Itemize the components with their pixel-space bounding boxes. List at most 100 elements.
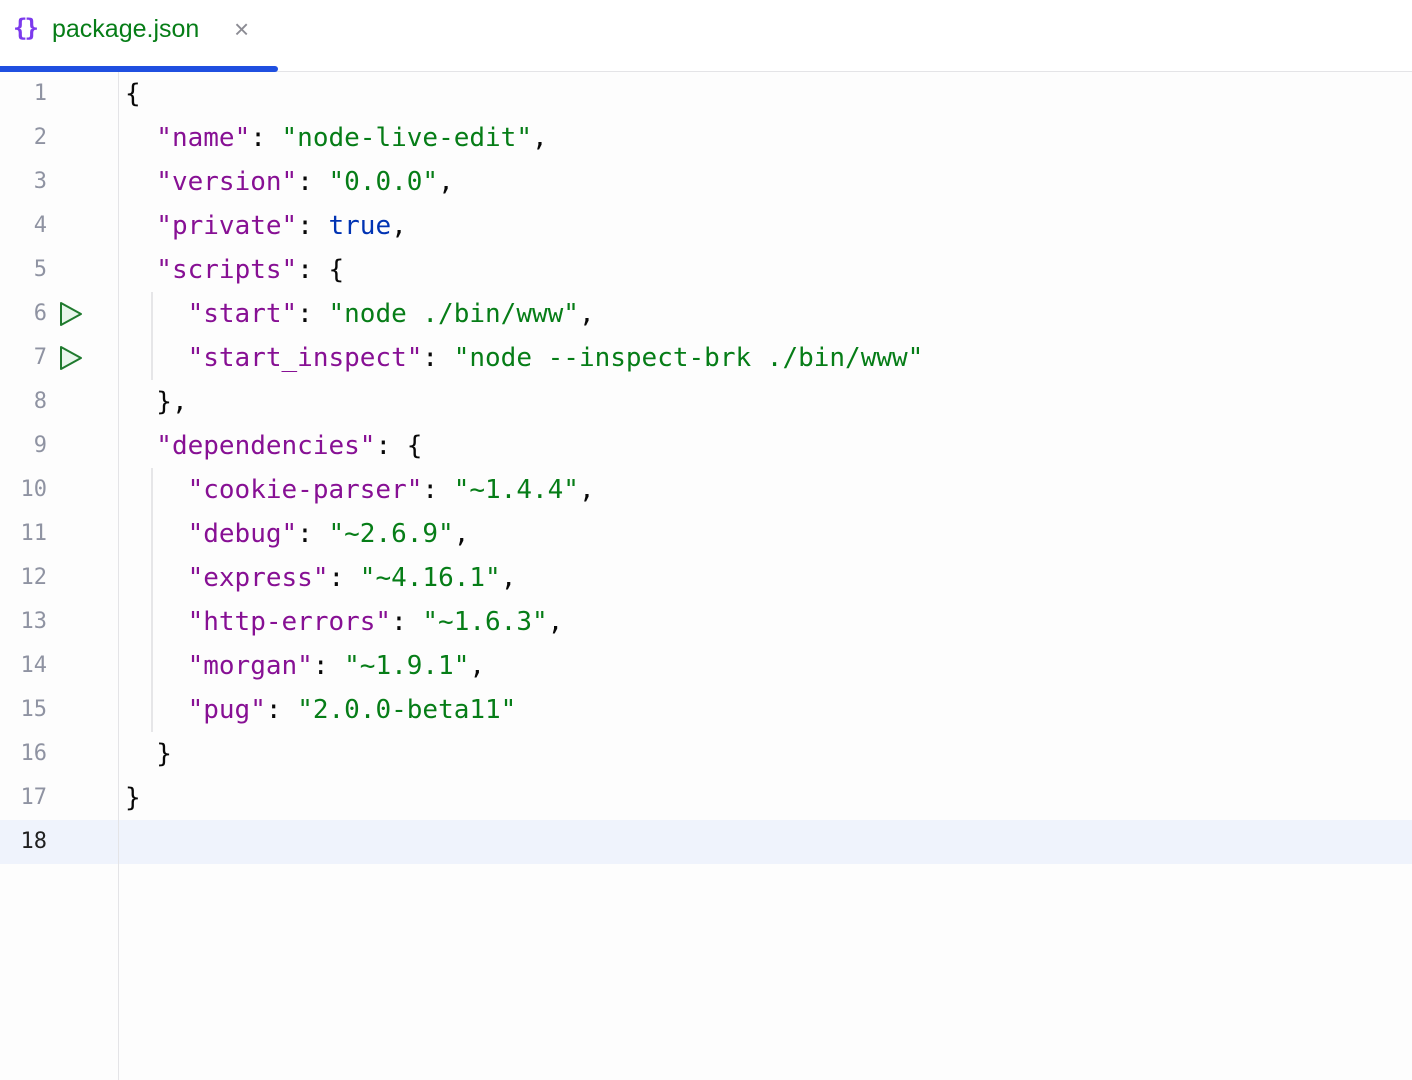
json-punctuation: : {: [297, 255, 345, 285]
code-text: "private": true,: [156, 204, 406, 248]
json-punctuation: :: [391, 607, 423, 637]
json-punctuation: },: [156, 387, 188, 417]
code-line: "private": true,: [119, 204, 1412, 248]
indent-guide: [151, 292, 153, 380]
code-text: {: [125, 72, 141, 116]
line-number: 9: [33, 433, 47, 458]
code-text: },: [156, 380, 187, 424]
code-text: }: [125, 776, 141, 820]
code-line: "start": "node ./bin/www",: [119, 292, 1412, 336]
code-line: "morgan": "~1.9.1",: [119, 644, 1412, 688]
json-string: "node --inspect-brk ./bin/www": [453, 343, 924, 373]
json-key: "private": [156, 211, 298, 241]
json-key: "start": [187, 299, 298, 329]
code-text: "scripts": {: [156, 248, 344, 292]
json-punctuation: :: [265, 695, 298, 725]
json-key: "start_inspect": [187, 343, 423, 373]
json-punctuation: : {: [375, 431, 423, 461]
json-string: "node ./bin/www": [328, 299, 579, 329]
line-number: 16: [20, 741, 48, 766]
close-icon[interactable]: ×: [234, 14, 249, 45]
json-punctuation: ,: [578, 475, 595, 505]
json-punctuation: ,: [500, 563, 517, 593]
code-line: [119, 820, 1412, 864]
json-string: "~2.6.9": [328, 519, 454, 549]
json-punctuation: }: [156, 739, 172, 769]
code-text: "name": "node-live-edit",: [156, 116, 547, 160]
line-number: 8: [33, 389, 47, 414]
json-punctuation: :: [297, 167, 329, 197]
json-key: "version": [156, 167, 298, 197]
code-line: "start_inspect": "node --inspect-brk ./b…: [119, 336, 1412, 380]
code-line: "version": "0.0.0",: [119, 160, 1412, 204]
line-number: 18: [20, 829, 48, 854]
tab-label: package.json: [52, 15, 200, 43]
json-punctuation: :: [422, 475, 454, 505]
line-number: 4: [33, 213, 47, 238]
line-number: 10: [20, 477, 48, 502]
line-number: 5: [33, 257, 47, 282]
line-number: 12: [20, 565, 48, 590]
line-number: 14: [20, 653, 48, 678]
json-key: "dependencies": [156, 431, 376, 461]
code-text: "dependencies": {: [156, 424, 422, 468]
line-number: 6: [33, 301, 47, 326]
code-line: "http-errors": "~1.6.3",: [119, 600, 1412, 644]
json-boolean: true: [328, 211, 392, 241]
json-punctuation: ,: [547, 607, 564, 637]
json-punctuation: ,: [453, 519, 470, 549]
code-line: "dependencies": {: [119, 424, 1412, 468]
code-text: "start_inspect": "node --inspect-brk ./b…: [188, 336, 924, 380]
json-key: "scripts": [156, 255, 298, 285]
code-text: "cookie-parser": "~1.4.4",: [188, 468, 595, 512]
json-string: "~4.16.1": [359, 563, 501, 593]
code-editor[interactable]: }} "pug": "2.0.0-beta11" "morgan": "~1.9.1…: [119, 72, 1412, 1080]
code-line: },: [119, 380, 1412, 424]
json-punctuation: :: [312, 651, 345, 681]
line-number: 13: [20, 609, 48, 634]
json-string: "~1.4.4": [453, 475, 579, 505]
json-key: "express": [187, 563, 329, 593]
code-text: "http-errors": "~1.6.3",: [188, 600, 564, 644]
json-key: "pug": [187, 695, 266, 725]
code-text: }: [156, 732, 172, 776]
line-number: 7: [33, 345, 47, 370]
code-text: "pug": "2.0.0-beta11": [188, 688, 517, 732]
code-line: "express": "~4.16.1",: [119, 556, 1412, 600]
line-number: 1: [33, 81, 47, 106]
json-punctuation: :: [328, 563, 360, 593]
line-number: 15: [20, 697, 48, 722]
json-punctuation: ,: [469, 651, 486, 681]
line-number: 17: [20, 785, 48, 810]
run-script-icon[interactable]: [58, 345, 84, 371]
json-key: "morgan": [187, 651, 313, 681]
json-key: "http-errors": [187, 607, 392, 637]
json-string: "~1.6.3": [422, 607, 548, 637]
json-punctuation: :: [250, 123, 282, 153]
json-string: "2.0.0-beta11": [297, 695, 517, 725]
code-line: "cookie-parser": "~1.4.4",: [119, 468, 1412, 512]
line-number-gutter[interactable]: 1 2 3 4 5 6 7 8 9 10 11 12 13 14 15 16 17 18: [0, 72, 119, 1080]
json-key: "name": [156, 123, 251, 153]
json-punctuation: ,: [391, 211, 407, 241]
json-punctuation: :: [297, 299, 329, 329]
code-line: }: [119, 732, 1412, 776]
indent-guide: [151, 468, 153, 732]
json-punctuation: :: [422, 343, 454, 373]
json-punctuation: {: [125, 79, 141, 109]
json-string: "node-live-edit": [281, 123, 532, 153]
json-punctuation: :: [297, 211, 329, 241]
tab-package-json[interactable]: {} package.json ×: [0, 0, 278, 72]
json-key: "cookie-parser": [187, 475, 423, 505]
json-braces-icon: {}: [13, 14, 39, 42]
run-script-icon[interactable]: [58, 301, 84, 327]
code-line: {: [119, 72, 1412, 116]
code-text: "start": "node ./bin/www",: [188, 292, 595, 336]
code-text: "morgan": "~1.9.1",: [188, 644, 485, 688]
json-punctuation: :: [297, 519, 329, 549]
editor-tab-bar: {} package.json ×: [0, 0, 1412, 72]
code-line: "scripts": {: [119, 248, 1412, 292]
line-number: 2: [33, 125, 47, 150]
line-number: 11: [20, 521, 48, 546]
json-punctuation: ,: [438, 167, 454, 197]
